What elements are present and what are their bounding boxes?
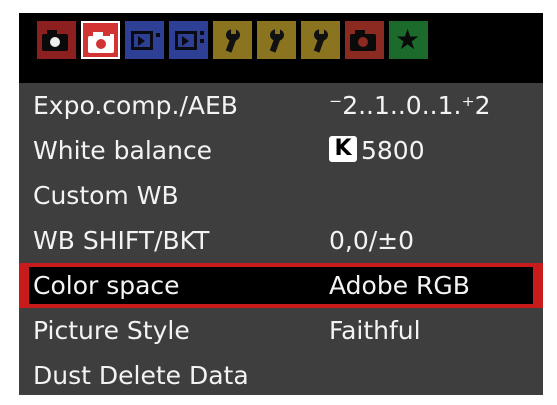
menu-item-wb-shift[interactable]: WB SHIFT/BKT 0,0/±0 xyxy=(19,218,543,263)
menu-item-value: K 5800 xyxy=(329,128,425,173)
menu-item-color-space[interactable]: Color space Adobe RGB xyxy=(19,263,543,308)
tab-playback-2[interactable] xyxy=(169,21,208,59)
menu-item-label: Custom WB xyxy=(33,181,179,210)
menu-item-label: Color space xyxy=(33,271,180,300)
kelvin-value: 5800 xyxy=(361,136,425,165)
menu-tab-bar: ★ xyxy=(37,21,428,59)
menu-item-value: ⁻2..1..0..1.⁺2 xyxy=(329,91,491,120)
tab-setup-3[interactable] xyxy=(301,21,340,59)
camera-menu-screen: ★ Expo.comp./AEB ⁻2..1..0..1.⁺2 White ba… xyxy=(19,13,543,395)
kelvin-badge: K xyxy=(329,136,357,162)
tab-shooting-1[interactable] xyxy=(37,21,76,59)
menu-item-value: Adobe RGB xyxy=(329,271,470,300)
menu-item-label: Dust Delete Data xyxy=(33,361,249,390)
tab-setup-1[interactable] xyxy=(213,21,252,59)
menu-item-label: White balance xyxy=(33,136,213,165)
menu-item-label: Expo.comp./AEB xyxy=(33,91,238,120)
tab-setup-2[interactable] xyxy=(257,21,296,59)
menu-item-label: Picture Style xyxy=(33,316,190,345)
tab-my-menu[interactable]: ★ xyxy=(389,21,428,59)
menu-item-value: Faithful xyxy=(329,316,421,345)
tab-custom-functions[interactable] xyxy=(345,21,384,59)
menu-item-expo-comp[interactable]: Expo.comp./AEB ⁻2..1..0..1.⁺2 xyxy=(19,83,543,128)
tab-shooting-2[interactable] xyxy=(81,21,120,59)
wrench-icon xyxy=(310,28,330,53)
menu-item-white-balance[interactable]: White balance K 5800 xyxy=(19,128,543,173)
star-icon: ★ xyxy=(395,23,421,56)
menu-item-dust-delete-data[interactable]: Dust Delete Data xyxy=(19,353,543,395)
wrench-icon xyxy=(222,28,242,53)
wrench-icon xyxy=(266,28,286,53)
menu-item-label: WB SHIFT/BKT xyxy=(33,226,210,255)
menu-item-value: 0,0/±0 xyxy=(329,226,415,255)
menu-item-custom-wb[interactable]: Custom WB xyxy=(19,173,543,218)
menu-item-picture-style[interactable]: Picture Style Faithful xyxy=(19,308,543,353)
tab-playback-1[interactable] xyxy=(125,21,164,59)
